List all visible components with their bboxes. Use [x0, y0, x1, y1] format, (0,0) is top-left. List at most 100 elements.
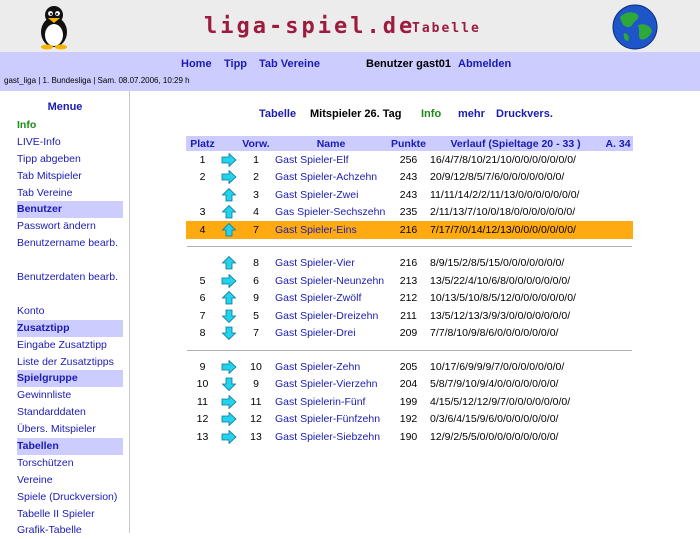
verlauf-cell: 13/5/12/13/3/9/3/0/0/0/0/0/0/0/: [430, 309, 571, 322]
arrow-right-icon: [221, 359, 237, 375]
verlauf-cell: 8/9/15/2/8/5/15/0/0/0/0/0/0/0/: [430, 257, 565, 270]
menu-section-tabellen: Tabellen: [17, 437, 123, 455]
arrow-right-icon: [221, 411, 237, 427]
nav-tipp-link[interactable]: Tipp: [224, 58, 247, 70]
menu-item-übers-mitspieler[interactable]: Übers. Mitspieler: [17, 421, 123, 438]
menu-item-eingabe-zusatztipp[interactable]: Eingabe Zusatztipp: [17, 337, 123, 354]
player-name-link[interactable]: Gast Spieler-Siebzehn: [273, 428, 389, 446]
arrow-right-icon: [221, 152, 237, 168]
platz-cell: 1: [199, 153, 206, 166]
tab-druckversion[interactable]: Druckvers.: [496, 108, 553, 120]
arrow-down-icon: [221, 377, 237, 392]
menu-item-benutzerdaten-bearb[interactable]: Benutzerdaten bearb.: [17, 269, 123, 303]
verlauf-cell: 16/4/7/8/10/21/10/0/0/0/0/0/0/0/: [430, 153, 576, 166]
a34-cell: [603, 307, 633, 325]
col-name-header[interactable]: Name: [273, 136, 389, 151]
menu-item-liste-der-zusatztipps[interactable]: Liste der Zusatztipps: [17, 354, 123, 371]
menu-item-grafik-tabelle[interactable]: Grafik-Tabelle: [17, 522, 123, 539]
menu-section-zusatztipp: Zusatztipp: [17, 319, 123, 337]
trend-cell: [219, 358, 239, 376]
trend-cell: [219, 307, 239, 325]
menu-item-tab-vereine[interactable]: Tab Vereine: [17, 185, 123, 202]
menu-item-vereine[interactable]: Vereine: [17, 472, 123, 489]
table-row: 8 Gast Spieler-Vier 216 8/9/15/2/8/5/15/0/0…: [186, 255, 633, 273]
punkte-cell: 211: [400, 309, 417, 322]
player-name-link[interactable]: Gast Spieler-Dreizehn: [273, 307, 389, 325]
tab-info[interactable]: Info: [421, 108, 441, 120]
a34-cell: [603, 393, 633, 411]
table-row: 11 11 Gast Spielerin-Fünf 199 4/15/5/12/12/9…: [186, 393, 633, 411]
trend-cell: [219, 169, 239, 187]
menu-title: Menue: [47, 101, 83, 113]
player-name-link[interactable]: Gast Spieler-Zwei: [273, 186, 389, 204]
menu-item-tabelle-ii-spieler[interactable]: Tabelle II Spieler: [17, 506, 123, 523]
verlauf-cell: 10/17/6/9/9/9/7/0/0/0/0/0/0/0/: [430, 360, 565, 373]
punkte-cell: 243: [399, 171, 418, 184]
player-name-link[interactable]: Gast Spieler-Zehn: [273, 358, 389, 376]
group-separator: [186, 239, 633, 255]
vorw-cell: 1: [253, 153, 259, 166]
menu-item-benutzername-bearb[interactable]: Benutzername bearb.: [17, 235, 123, 269]
tab-tabelle[interactable]: Tabelle: [259, 108, 296, 120]
menu-item-tab-mitspieler[interactable]: Tab Mitspieler: [17, 168, 123, 185]
player-name-link[interactable]: Gast Spieler-Vierzehn: [273, 376, 389, 394]
table-row: 2 2 Gast Spieler-Achzehn 243 20/9/12/8/5/7/6…: [186, 169, 633, 187]
verlauf-cell: 7/7/8/10/9/8/6/0/0/0/0/0/0/0/: [430, 327, 559, 340]
player-name-link[interactable]: Gast Spieler-Eins: [273, 221, 389, 239]
player-name-link[interactable]: Gast Spieler-Elf: [273, 151, 389, 169]
menu-item-spiele-druckversion[interactable]: Spiele (Druckversion): [17, 489, 123, 506]
menu-item-torschützen[interactable]: Torschützen: [17, 455, 123, 472]
col-punkte-header[interactable]: Punkte: [389, 136, 429, 151]
a34-cell: [603, 325, 633, 343]
vorw-cell: 12: [250, 413, 262, 426]
verlauf-cell: 0/3/6/4/15/9/6/0/0/0/0/0/0/0/: [430, 413, 559, 426]
arrow-up-icon: [221, 222, 237, 237]
menu-item-konto[interactable]: Konto: [17, 303, 123, 320]
table-row: 3 4 Gas Spieler-Sechszehn 235 2/11/13/7/10/0…: [186, 204, 633, 222]
col-platz-header[interactable]: Platz: [186, 136, 219, 151]
col-a34-header[interactable]: A. 34: [603, 136, 634, 151]
vorw-cell: 7: [239, 221, 273, 239]
vorw-cell: 13: [250, 430, 262, 443]
player-name-link[interactable]: Gast Spieler-Fünfzehn: [273, 411, 389, 429]
arrow-up-icon: [221, 205, 237, 219]
arrow-up-icon: [221, 256, 237, 270]
player-name-link[interactable]: Gast Spieler-Zwölf: [273, 290, 389, 308]
platz-cell: 8: [199, 327, 206, 340]
platz-cell: 5: [199, 274, 206, 287]
menu-item-gewinnliste[interactable]: Gewinnliste: [17, 387, 123, 404]
player-name-link[interactable]: Gast Spieler-Achzehn: [273, 169, 389, 187]
menu-item-info[interactable]: Info: [17, 117, 123, 134]
table-row: 10 9 Gast Spieler-Vierzehn 204 5/8/7/9/10/9/…: [186, 376, 633, 394]
logout-link[interactable]: Abmelden: [458, 58, 511, 70]
col-vorw-header[interactable]: Vorw.: [239, 136, 273, 151]
col-verlauf-header[interactable]: Verlauf (Spieltage 20 - 33 ): [428, 136, 604, 151]
punkte-cell: 213: [399, 274, 418, 287]
player-name-link[interactable]: Gast Spielerin-Fünf: [273, 393, 389, 411]
menu-item-passwort-ändern[interactable]: Passwort ändern: [17, 218, 123, 235]
menu-item-live-info[interactable]: LIVE-Info: [17, 134, 123, 151]
menu-item-tipp-abgeben[interactable]: Tipp abgeben: [17, 151, 123, 168]
verlauf-cell: 5/8/7/9/10/9/4/0/0/0/0/0/0/0/: [430, 378, 559, 391]
tab-mehr[interactable]: mehr: [458, 108, 485, 120]
player-name-link[interactable]: Gast Spieler-Drei: [273, 325, 389, 343]
status-line: gast_liga | 1. Bundesliga | Sam. 08.07.2…: [4, 76, 190, 85]
nav-tab-vereine-link[interactable]: Tab Vereine: [259, 58, 320, 70]
punkte-cell: 235: [399, 206, 418, 219]
trend-cell: [219, 204, 239, 222]
vorw-cell: 4: [253, 206, 259, 219]
platz-cell: 13: [196, 430, 209, 443]
player-name-link[interactable]: Gast Spieler-Vier: [273, 255, 389, 273]
col-trend-header: [219, 136, 239, 151]
platz-cell: 12: [196, 413, 209, 426]
player-name-link[interactable]: Gast Spieler-Neunzehn: [273, 272, 389, 290]
menu-item-standarddaten[interactable]: Standarddaten: [17, 404, 123, 421]
standings-table: Platz Vorw. Name Punkte Verlauf (Spielta…: [186, 136, 634, 446]
player-name-link[interactable]: Gas Spieler-Sechszehn: [273, 204, 389, 222]
table-row: 6 9 Gast Spieler-Zwölf 212 10/13/5/10/8/5/12…: [186, 290, 633, 308]
table-row: 7 5 Gast Spieler-Dreizehn 211 13/5/12/13/3/9…: [186, 307, 633, 325]
nav-home-link[interactable]: Home: [181, 58, 212, 70]
table-row: 3 Gast Spieler-Zwei 243 11/11/14/2/2/11/13/…: [186, 186, 633, 204]
trend-cell: [219, 325, 239, 343]
arrow-right-icon: [221, 169, 237, 185]
